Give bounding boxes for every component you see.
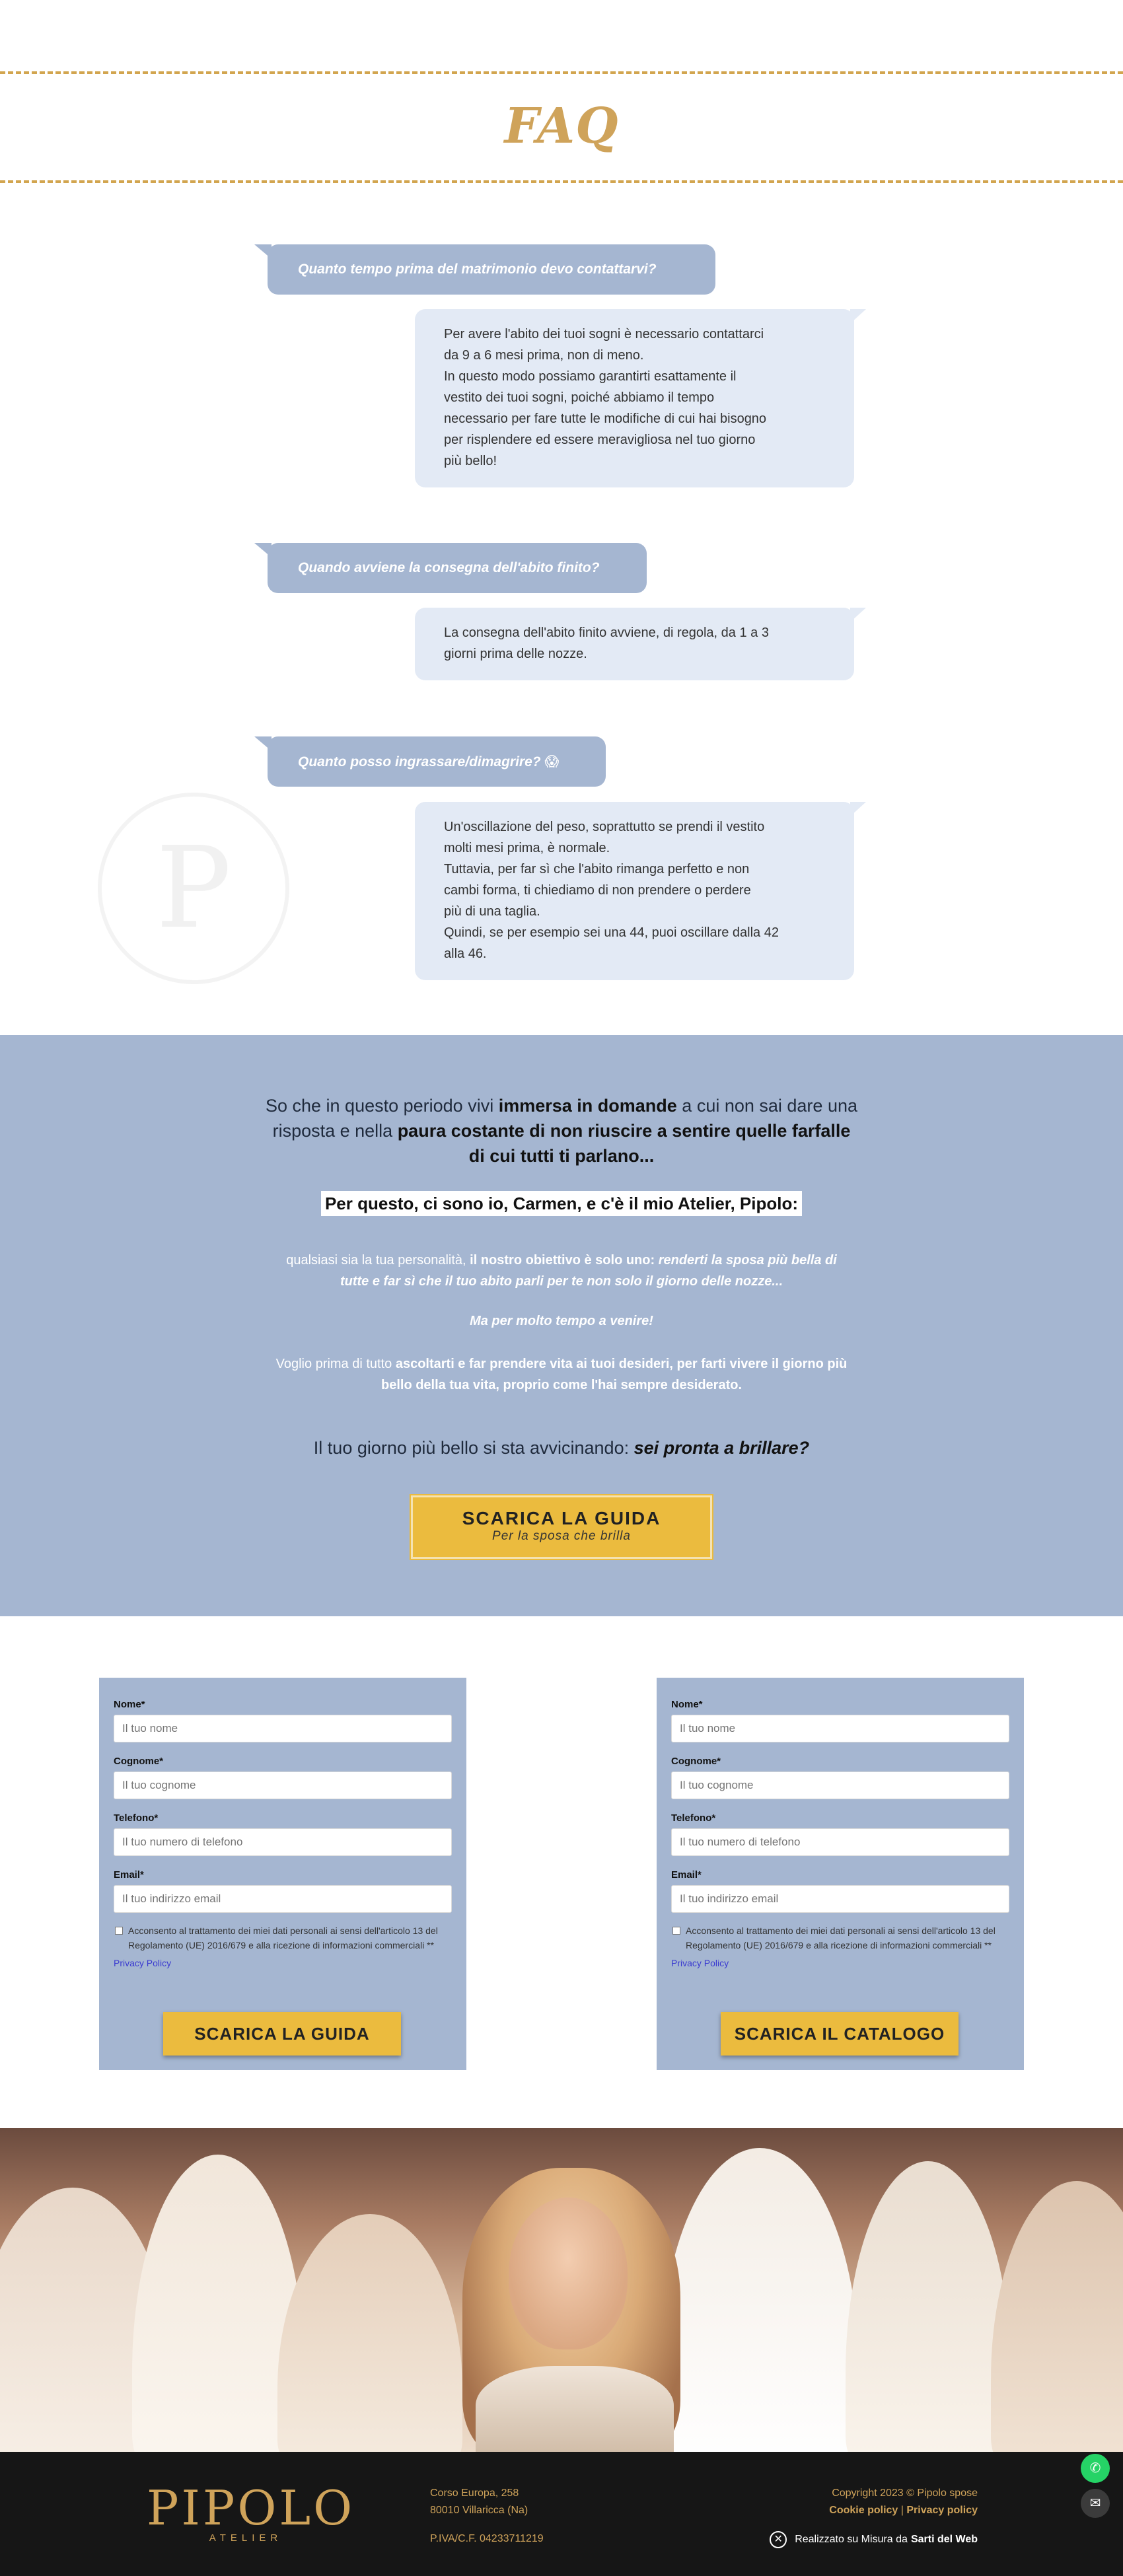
faq-title: FAQ	[504, 98, 619, 155]
privacy-policy-link[interactable]: Privacy Policy	[114, 1958, 452, 1968]
telefono-label: Telefono*	[114, 1812, 159, 1824]
credit-brand: Sarti del Web	[910, 2534, 978, 2545]
telefono-input[interactable]	[114, 1828, 452, 1856]
consent-checkbox[interactable]	[115, 1927, 123, 1935]
promo-section: So che in questo periodo vivi immersa in…	[0, 1035, 1123, 1616]
faq-question-1: Quanto tempo prima del matrimonio devo c…	[254, 244, 715, 295]
privacy-policy-footer-link[interactable]: Privacy policy	[906, 2505, 978, 2516]
promo-promise-text: Voglio prima di tutto	[275, 1357, 396, 1371]
dress-shape	[991, 2181, 1123, 2452]
sarti-del-web-icon: ✕	[770, 2531, 787, 2548]
cognome-input[interactable]	[671, 1771, 1009, 1799]
download-guide-label: SCARICA LA GUIDA	[462, 1508, 661, 1528]
consent-checkbox[interactable]	[672, 1927, 680, 1935]
promo-highlight-text: Per questo, ci sono io, Carmen, e c'è il…	[320, 1191, 803, 1216]
legal-info: Copyright 2023 © Pipolo spose Cookie pol…	[829, 2485, 978, 2519]
address-line-2: 80010 Villaricca (Na)	[430, 2505, 528, 2516]
footer: PIPOLO ATELIER Corso Europa, 258 80010 V…	[0, 2452, 1123, 2576]
watermark-logo: P	[98, 793, 289, 984]
faq-question-1-text: Quanto tempo prima del matrimonio devo c…	[298, 262, 657, 277]
bride-dress	[476, 2366, 674, 2452]
faq-answer-2: La consegna dell'abito finito avviene, d…	[415, 608, 866, 680]
email-label: Email*	[114, 1869, 144, 1880]
credit-text: Realizzato su Misura da	[795, 2534, 908, 2545]
cognome-input[interactable]	[114, 1771, 452, 1799]
promo-tagline: Ma per molto tempo a venire!	[470, 1314, 653, 1328]
submit-catalog-button[interactable]: SCARICA IL CATALOGO	[721, 2012, 959, 2056]
nome-label: Nome*	[671, 1699, 703, 1710]
address-line-1: Corso Europa, 258	[430, 2487, 519, 2499]
faq-question-2: Quando avviene la consegna dell'abito fi…	[254, 543, 647, 593]
faq-question-3: Quanto posso ingrassare/dimagrire? 😱	[254, 736, 606, 787]
email-label: Email*	[671, 1869, 702, 1880]
email-input[interactable]	[114, 1885, 452, 1913]
telefono-label: Telefono*	[671, 1812, 716, 1824]
mail-icon[interactable]: ✉	[1081, 2489, 1110, 2518]
legal-separator: |	[900, 2505, 904, 2516]
consent-text: Acconsento al trattamento dei miei dati …	[686, 1925, 996, 1950]
faq-question-3-text: Quanto posso ingrassare/dimagrire? 😱	[298, 754, 560, 769]
promo-question-italic: sei pronta a brillare?	[634, 1438, 810, 1458]
nome-input[interactable]	[671, 1715, 1009, 1742]
guide-form: Nome* Cognome* Telefono* Email* Acconsen…	[99, 1678, 466, 2070]
bride-face	[509, 2198, 628, 2349]
dress-shape	[277, 2214, 462, 2452]
download-guide-sublabel: Per la sposa che brilla	[492, 1529, 631, 1543]
dress-shape	[661, 2148, 859, 2452]
promo-intro-text-1: So che in questo periodo vivi	[265, 1096, 499, 1116]
faq-answer-1-text: Per avere l'abito dei tuoi sogni è neces…	[444, 327, 767, 468]
download-guide-button[interactable]: SCARICA LA GUIDA Per la sposa che brilla	[411, 1495, 712, 1559]
cognome-label: Cognome*	[671, 1756, 721, 1767]
privacy-policy-link[interactable]: Privacy Policy	[671, 1958, 1009, 1968]
promo-highlight: Per questo, ci sono io, Carmen, e c'è il…	[0, 1191, 1123, 1216]
promo-objective-text: qualsiasi sia la tua personalità,	[286, 1253, 470, 1268]
faq-question-2-text: Quando avviene la consegna dell'abito fi…	[298, 560, 600, 575]
nome-input[interactable]	[114, 1715, 452, 1742]
promo-promise: Voglio prima di tutto ascoltarti e far p…	[264, 1353, 859, 1396]
dress-shape	[846, 2161, 1011, 2452]
consent-row: Acconsento al trattamento dei miei dati …	[671, 1923, 1009, 1952]
nome-label: Nome*	[114, 1699, 145, 1710]
pipolo-logo[interactable]: PIPOLO ATELIER	[147, 2480, 355, 2544]
watermark-letter: P	[155, 823, 232, 954]
telefono-input[interactable]	[671, 1828, 1009, 1856]
top-divider	[0, 71, 1123, 74]
bridal-photo	[0, 2128, 1123, 2452]
promo-promise-bold: ascoltarti e far prendere vita ai tuoi d…	[380, 1357, 848, 1392]
faq-answer-3-text: Un'oscillazione del peso, soprattutto se…	[444, 820, 779, 961]
logo-wordmark: PIPOLO	[147, 2480, 355, 2536]
promo-question: Il tuo giorno più bello si sta avvicinan…	[0, 1438, 1123, 1458]
promo-objective-bold: il nostro obiettivo è solo uno:	[470, 1253, 659, 1268]
bottom-divider	[0, 180, 1123, 183]
address: Corso Europa, 258 80010 Villaricca (Na)	[430, 2485, 528, 2519]
faq-answer-2-text: La consegna dell'abito finito avviene, d…	[444, 626, 769, 661]
email-input[interactable]	[671, 1885, 1009, 1913]
promo-intro-bold-2: paura costante di non riuscire a sentire…	[397, 1121, 851, 1166]
consent-text: Acconsento al trattamento dei miei dati …	[128, 1925, 438, 1950]
catalog-form: Nome* Cognome* Telefono* Email* Acconsen…	[657, 1678, 1024, 2070]
cookie-policy-link[interactable]: Cookie policy	[829, 2505, 898, 2516]
faq-answer-1: Per avere l'abito dei tuoi sogni è neces…	[415, 309, 866, 487]
vat-number: P.IVA/C.F. 04233711219	[430, 2533, 544, 2544]
promo-intro-bold-1: immersa in domande	[498, 1096, 677, 1116]
consent-row: Acconsento al trattamento dei miei dati …	[114, 1923, 452, 1952]
copyright: Copyright 2023 © Pipolo spose	[832, 2487, 978, 2499]
faq-answer-3: Un'oscillazione del peso, soprattutto se…	[415, 802, 866, 980]
promo-question-text: Il tuo giorno più bello si sta avvicinan…	[313, 1438, 634, 1458]
cognome-label: Cognome*	[114, 1756, 163, 1767]
whatsapp-icon[interactable]: ✆	[1081, 2454, 1110, 2483]
submit-guide-button[interactable]: SCARICA LA GUIDA	[163, 2012, 401, 2056]
promo-objective: qualsiasi sia la tua personalità, il nos…	[271, 1250, 852, 1292]
promo-intro: So che in questo periodo vivi immersa in…	[264, 1093, 859, 1168]
credit[interactable]: ✕ Realizzato su Misura da Sarti del Web	[770, 2531, 978, 2548]
